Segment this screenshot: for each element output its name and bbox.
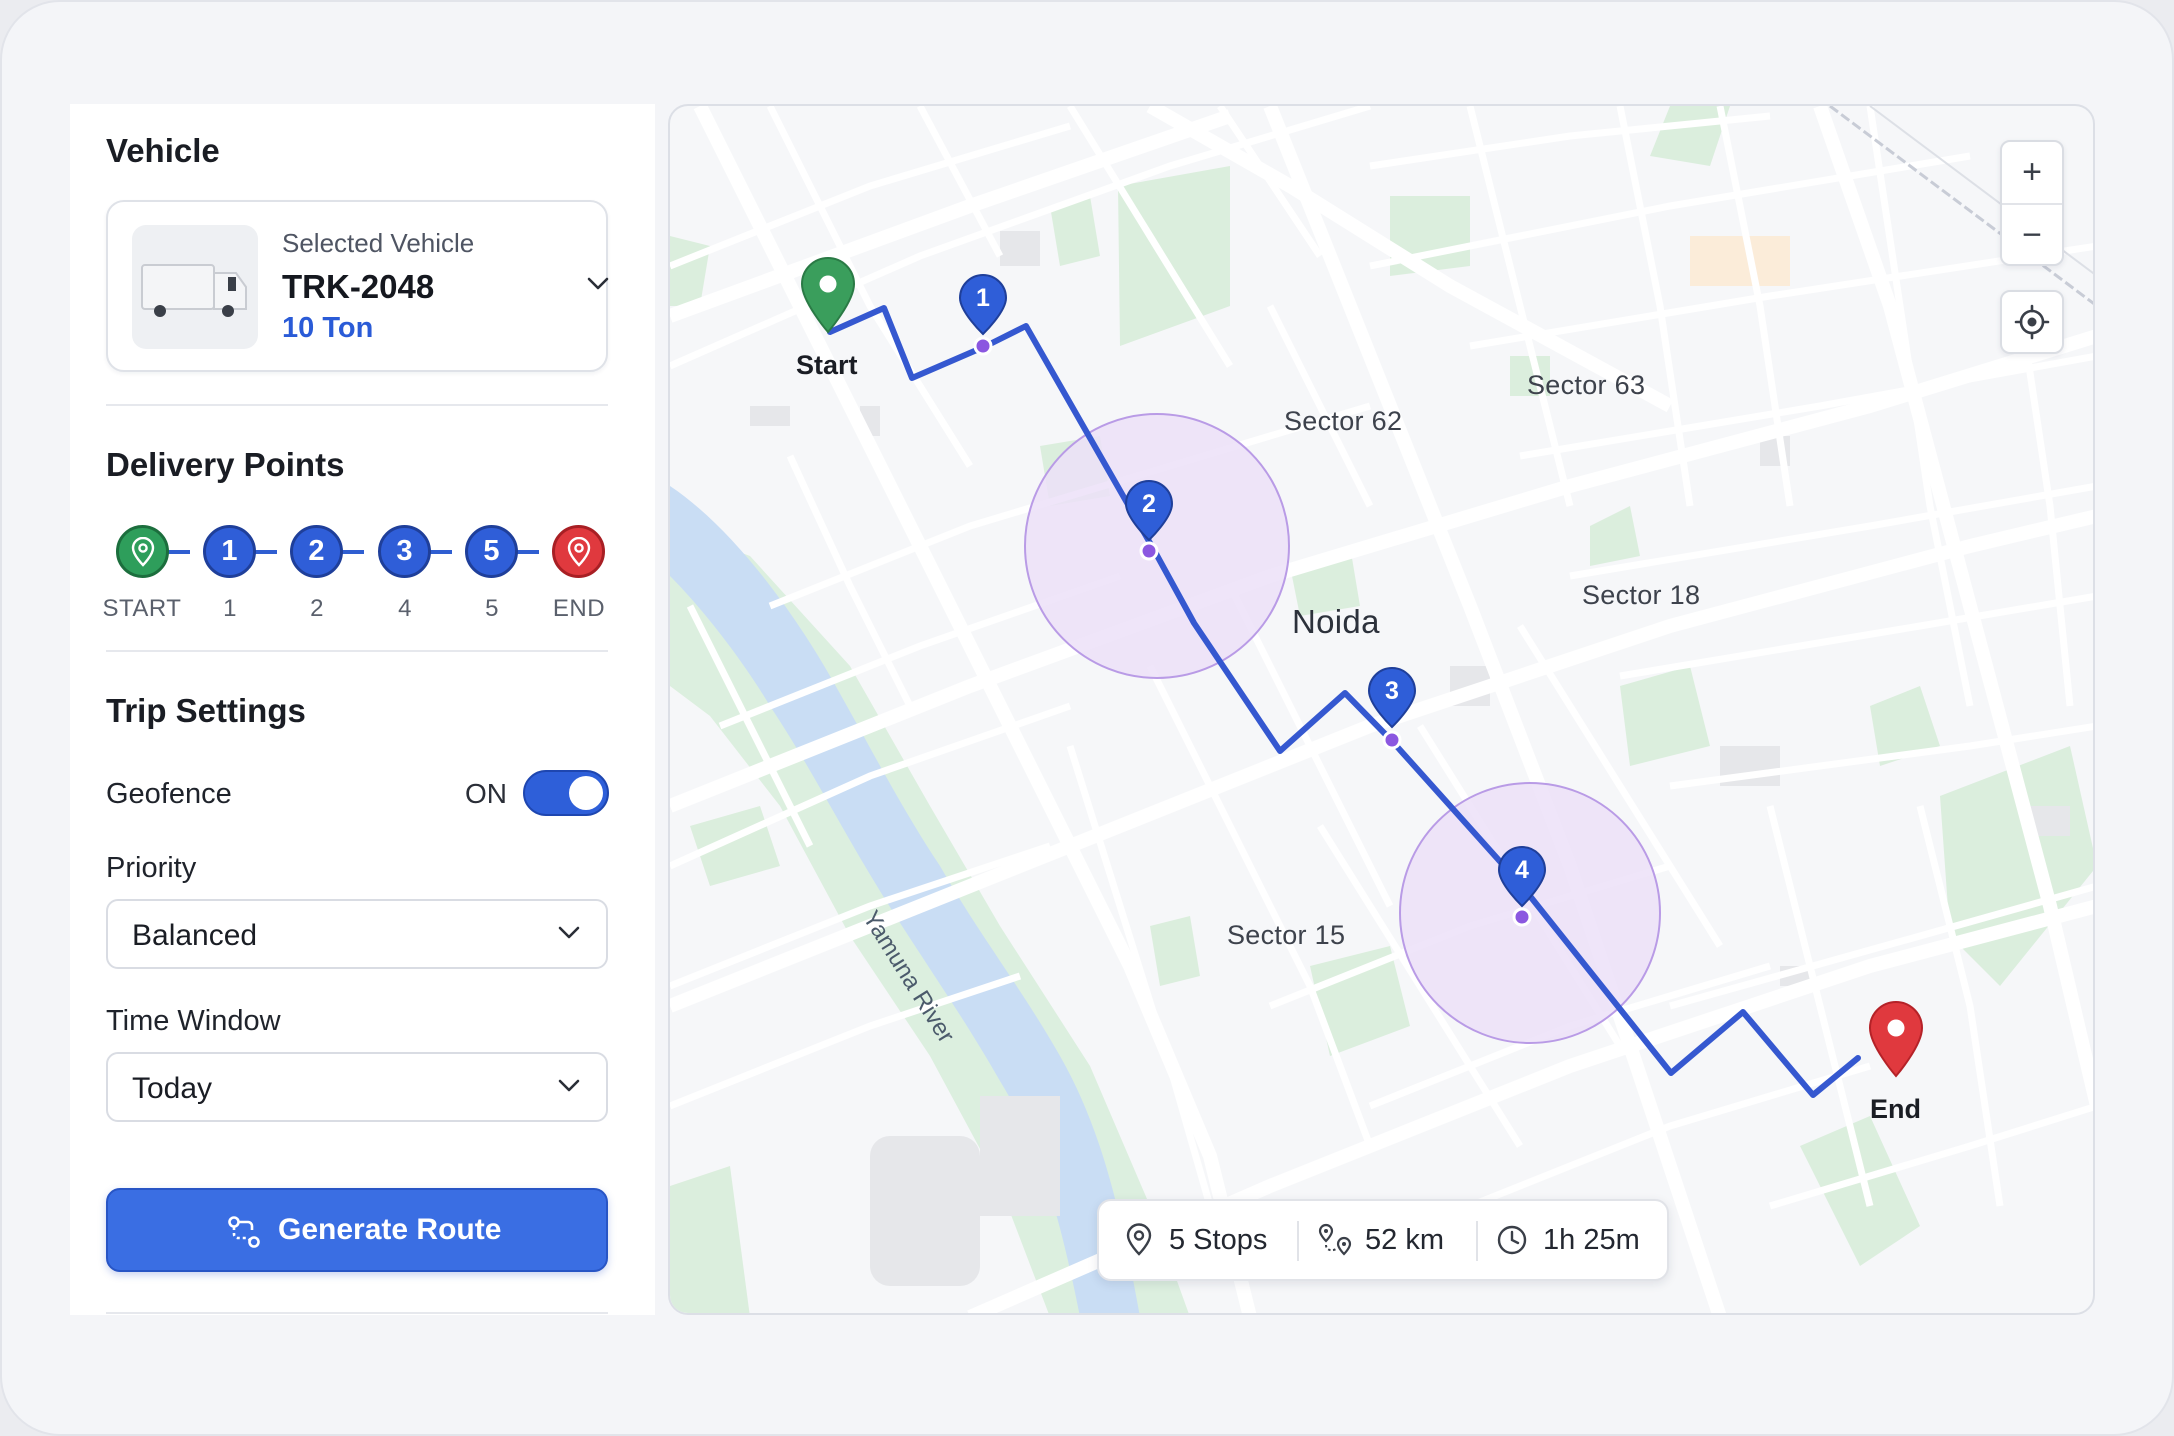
generate-route-button[interactable]: Generate Route <box>106 1188 608 1272</box>
map-label-noida: Noida <box>1292 603 1380 640</box>
chevron-down-icon <box>587 277 609 290</box>
duration-value: 1h 25m <box>1543 1223 1640 1256</box>
clock-icon <box>1497 1225 1527 1255</box>
stops-value: 5 Stops <box>1169 1223 1268 1256</box>
step-connector <box>342 550 364 554</box>
vehicle-capacity: 10 Ton <box>282 312 374 344</box>
step-connector <box>517 550 539 554</box>
selected-vehicle-label: Selected Vehicle <box>282 228 475 258</box>
map-label-sector-18: Sector 18 <box>1582 580 1701 610</box>
divider <box>106 404 608 406</box>
end-pin <box>1868 1001 1924 1078</box>
step-connector <box>255 550 277 554</box>
divider <box>106 1312 608 1314</box>
geofence-label: Geofence <box>106 778 232 810</box>
map-marker-label: 4 <box>1515 856 1529 884</box>
crosshair-icon <box>2014 304 2050 340</box>
zoom-controls: + − <box>2000 140 2064 266</box>
step-label: END <box>552 595 606 622</box>
divider <box>106 650 608 652</box>
map-label-sector-62: Sector 62 <box>1284 406 1403 436</box>
trip-settings-title: Trip Settings <box>106 692 306 729</box>
priority-value: Balanced <box>132 919 258 952</box>
step-stop-5[interactable]: 5 <box>465 525 518 578</box>
step-label: START <box>102 595 182 622</box>
priority-select[interactable]: Balanced <box>106 899 608 969</box>
route-map[interactable]: 1 2 3 4 Sector 62 Sector 63 Noida Sector… <box>668 104 2095 1315</box>
truck-icon <box>132 225 258 349</box>
step-stop-3[interactable]: 3 <box>378 525 431 578</box>
step-stop-2[interactable]: 2 <box>290 525 343 578</box>
location-pin-icon <box>567 536 590 567</box>
map-marker-label: 2 <box>1142 490 1156 518</box>
location-pin-icon <box>131 536 154 567</box>
toggle-knob <box>569 776 603 810</box>
step-end[interactable] <box>552 525 605 578</box>
zoom-out-button[interactable]: − <box>2002 205 2062 266</box>
location-pin-icon <box>1126 1223 1152 1256</box>
zoom-in-button[interactable]: + <box>2002 142 2062 203</box>
stat-distance: 52 km <box>1317 1201 1444 1279</box>
map-marker-label: 1 <box>976 284 990 312</box>
stat-duration: 1h 25m <box>1495 1201 1640 1279</box>
step-stop-1[interactable]: 1 <box>203 525 256 578</box>
step-label: 2 <box>310 595 324 622</box>
map-canvas: 1 2 3 4 <box>670 106 2093 1313</box>
app-frame: Vehicle Selected Vehicle TRK-2048 10 Ton… <box>0 0 2174 1436</box>
time-window-select[interactable]: Today <box>106 1052 608 1122</box>
map-marker-label: 3 <box>1385 677 1399 705</box>
step-label: 5 <box>485 595 499 622</box>
route-icon <box>228 1216 260 1248</box>
stat-stops: 5 Stops <box>1123 1201 1267 1279</box>
end-pin-label: End <box>1870 1094 1921 1124</box>
map-label-sector-15: Sector 15 <box>1227 920 1346 950</box>
geofence-state: ON <box>465 778 507 809</box>
step-connector <box>430 550 452 554</box>
step-connector <box>168 550 190 554</box>
start-pin-label: Start <box>796 350 858 380</box>
vehicle-selector[interactable]: Selected Vehicle TRK-2048 10 Ton <box>106 200 609 372</box>
step-start[interactable] <box>116 525 169 578</box>
priority-label: Priority <box>106 852 197 884</box>
chevron-down-icon <box>558 1079 580 1092</box>
time-window-label: Time Window <box>106 1005 281 1037</box>
locate-button[interactable] <box>2000 290 2064 354</box>
map-label-sector-63: Sector 63 <box>1527 370 1646 400</box>
vehicle-section-title: Vehicle <box>106 132 220 169</box>
divider <box>1476 1221 1478 1261</box>
time-window-value: Today <box>132 1072 213 1105</box>
distance-value: 52 km <box>1365 1223 1444 1256</box>
step-label: 1 <box>223 595 237 622</box>
route-planner-panel: Vehicle Selected Vehicle TRK-2048 10 Ton… <box>70 104 655 1315</box>
chevron-down-icon <box>558 926 580 939</box>
geofence-toggle[interactable] <box>523 770 609 816</box>
route-distance-icon <box>1318 1223 1352 1256</box>
generate-route-label: Generate Route <box>278 1213 502 1246</box>
divider <box>1297 1221 1299 1261</box>
delivery-stepper: 1 2 3 5 START 1 2 4 5 END <box>103 514 608 624</box>
vehicle-id: TRK-2048 <box>282 268 435 305</box>
step-label: 4 <box>398 595 412 622</box>
delivery-points-title: Delivery Points <box>106 446 345 483</box>
route-summary: 5 Stops 52 km 1h 25m <box>1097 1199 1669 1281</box>
